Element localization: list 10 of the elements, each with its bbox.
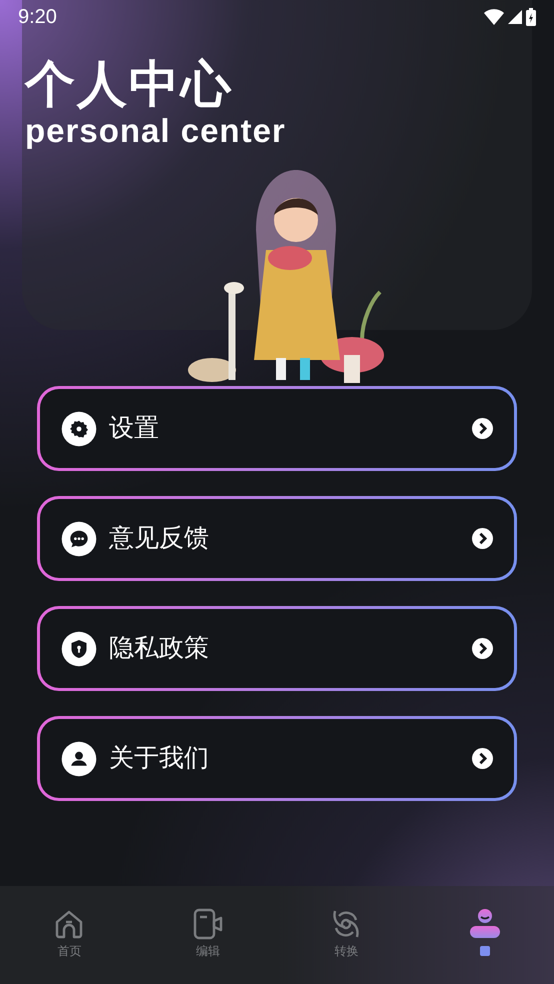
menu-item[interactable]: 关于我们 bbox=[37, 716, 517, 801]
page-subtitle: personal center bbox=[25, 112, 287, 150]
nav-tab[interactable]: 编辑 bbox=[138, 908, 277, 960]
page-title: 个人中心 bbox=[25, 56, 234, 112]
menu-item[interactable]: 隐私政策 bbox=[37, 606, 517, 691]
nav-tab[interactable]: 转换 bbox=[277, 908, 416, 960]
nav-tab[interactable]: 首页 bbox=[0, 908, 138, 960]
status-time: 9:20 bbox=[18, 5, 57, 30]
menu-item[interactable]: 设置 bbox=[37, 386, 517, 471]
menu-item[interactable]: 意见反馈 bbox=[37, 496, 517, 581]
